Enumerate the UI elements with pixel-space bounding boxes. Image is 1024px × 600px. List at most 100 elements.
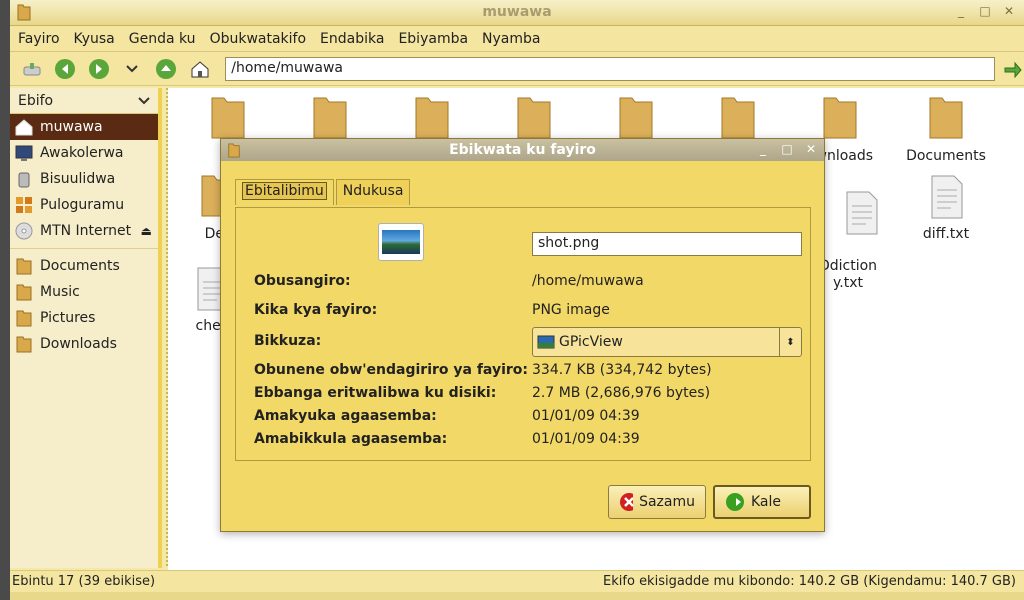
close-icon[interactable]: ✕ (1002, 4, 1016, 18)
maximize-icon[interactable]: □ (780, 142, 794, 156)
go-icon[interactable] (1001, 57, 1024, 81)
sidebar-header[interactable]: Ebifo (10, 88, 158, 114)
desktop-strip (0, 0, 10, 600)
history-chevron-down-icon[interactable] (121, 57, 145, 81)
folder-icon (721, 97, 755, 139)
sidebar-title: Ebifo (18, 92, 54, 109)
minimize-icon[interactable]: _ (954, 4, 968, 18)
dialog-tabs: Ebitalibimu Ndukusa (235, 179, 411, 205)
dialog-titlebar[interactable]: Ebikwata ku fayiro _ □ ✕ (221, 139, 824, 161)
sidebar-item-label: Downloads (40, 336, 117, 352)
folder-icon (16, 284, 32, 301)
sidebar-item-desktop[interactable]: Awakolerwa (10, 140, 158, 166)
window-titlebar[interactable]: muwawa _ □ ✕ (10, 0, 1024, 26)
status-free-space: Ekifo ekisigadde mu kibondo: 140.2 GB (K… (603, 574, 1016, 589)
folder-icon (415, 97, 449, 139)
cancel-button[interactable]: Sazamu (608, 485, 706, 519)
sidebar-item-trash[interactable]: Bisuulidwa (10, 166, 158, 192)
menu-help[interactable]: Nyamba (482, 31, 540, 47)
sidebar-item-label: muwawa (40, 119, 103, 135)
field-value-disk-usage: 2.7 MB (2,686,976 bytes) (532, 385, 711, 401)
file-label: Documents (906, 148, 986, 164)
field-label-file-type: Kika kya fayiro: (254, 302, 378, 318)
image-thumbnail (382, 230, 420, 254)
folder-icon (619, 97, 653, 139)
folder-icon (16, 258, 32, 275)
sidebar-item-label: Puloguramu (40, 197, 125, 213)
sidebar-item-label: Pictures (40, 310, 96, 326)
sidebar-item-label: Music (40, 284, 80, 300)
field-label-modified: Amakyuka agaasemba: (254, 408, 437, 424)
folder-icon (313, 97, 347, 139)
cancel-icon (620, 493, 634, 511)
menu-tools[interactable]: Ebiyamba (398, 31, 468, 47)
tab-label: Ebitalibimu (242, 182, 327, 200)
text-file-icon (931, 175, 963, 219)
chevron-updown-icon: ⬍ (779, 328, 801, 356)
filename-input[interactable]: shot.png (532, 232, 802, 256)
home-icon[interactable] (188, 57, 212, 81)
sidebar-item-home[interactable]: muwawa (10, 114, 158, 140)
cancel-button-label: Sazamu (639, 494, 695, 510)
file-item-documents[interactable]: Documents (896, 94, 996, 165)
dialog-title: Ebikwata ku fayiro (449, 142, 596, 158)
statusbar: Ebintu 17 (39 ebikise) Ekifo ekisigadde … (10, 570, 1024, 592)
folder-icon (211, 97, 245, 139)
tab-general[interactable]: Ebitalibimu (235, 179, 334, 205)
file-label: diff.txt (922, 226, 970, 242)
maximize-icon[interactable]: □ (978, 4, 992, 18)
file-item-text[interactable]: diff.txt (896, 174, 996, 243)
folder-icon (823, 97, 857, 139)
folder-icon (16, 310, 32, 327)
field-label-location: Obusangiro: (254, 273, 351, 289)
tab-permissions[interactable]: Ndukusa (335, 179, 411, 205)
file-thumbnail[interactable] (378, 223, 424, 261)
ok-icon (726, 493, 744, 511)
up-icon[interactable] (154, 57, 178, 81)
folder-icon (517, 97, 551, 139)
trash-icon (18, 172, 30, 188)
field-label-disk-usage: Ebbanga eritwalibwa ku disiki: (254, 385, 497, 401)
status-item-count: Ebintu 17 (39 ebikise) (12, 574, 156, 589)
back-icon[interactable] (54, 57, 78, 81)
chevron-down-icon[interactable] (138, 95, 150, 107)
field-value-location: /home/muwawa (532, 273, 644, 289)
sidebar-item-downloads[interactable]: Downloads (10, 331, 158, 357)
window-bottom-edge (10, 592, 1024, 600)
sidebar: Ebifo muwawa Awakolerwa Bisuulidwa Pulog… (10, 88, 162, 568)
sidebar-item-documents[interactable]: Documents (10, 253, 158, 279)
menu-bookmarks[interactable]: Obukwatakifo (210, 31, 306, 47)
eject-icon[interactable]: ⏏ (141, 224, 152, 238)
gpicview-icon (537, 335, 555, 349)
close-icon[interactable]: ✕ (804, 142, 818, 156)
text-file-icon (846, 191, 878, 235)
forward-icon[interactable] (87, 57, 111, 81)
menu-view[interactable]: Endabika (320, 31, 384, 47)
field-label-open-with: Bikkuza: (254, 333, 322, 349)
location-input[interactable]: /home/muwawa (225, 56, 995, 81)
sidebar-item-music[interactable]: Music (10, 279, 158, 305)
file-properties-dialog: Ebikwata ku fayiro _ □ ✕ Ebitalibimu Ndu… (220, 138, 825, 532)
applications-icon (16, 197, 32, 213)
field-value-accessed: 01/01/09 04:39 (532, 431, 640, 447)
field-label-file-size: Obunene obw'endagiriro ya fayiro: (254, 362, 528, 378)
sidebar-item-pictures[interactable]: Pictures (10, 305, 158, 331)
open-with-select[interactable]: GPicView ⬍ (532, 327, 802, 357)
desktop-icon (15, 145, 33, 161)
minimize-icon[interactable]: _ (756, 142, 770, 156)
sidebar-item-label: MTN Internet (40, 223, 132, 239)
sidebar-item-applications[interactable]: Puloguramu (10, 192, 158, 218)
sidebar-item-label: Awakolerwa (40, 145, 124, 161)
ok-button[interactable]: Kale (713, 485, 811, 519)
tab-label: Ndukusa (342, 183, 404, 199)
menu-file[interactable]: Fayiro (18, 31, 60, 47)
menubar: Fayiro Kyusa Genda ku Obukwatakifo Endab… (10, 26, 1024, 52)
home-icon (15, 119, 33, 136)
menu-edit[interactable]: Kyusa (74, 31, 115, 47)
menu-go[interactable]: Genda ku (129, 31, 196, 47)
toolbar: /home/muwawa (10, 52, 1024, 86)
new-tab-icon[interactable] (20, 57, 44, 81)
sidebar-item-label: Documents (40, 258, 120, 274)
sidebar-item-mtn-internet[interactable]: MTN Internet ⏏ (10, 218, 158, 244)
ok-button-label: Kale (751, 494, 782, 510)
